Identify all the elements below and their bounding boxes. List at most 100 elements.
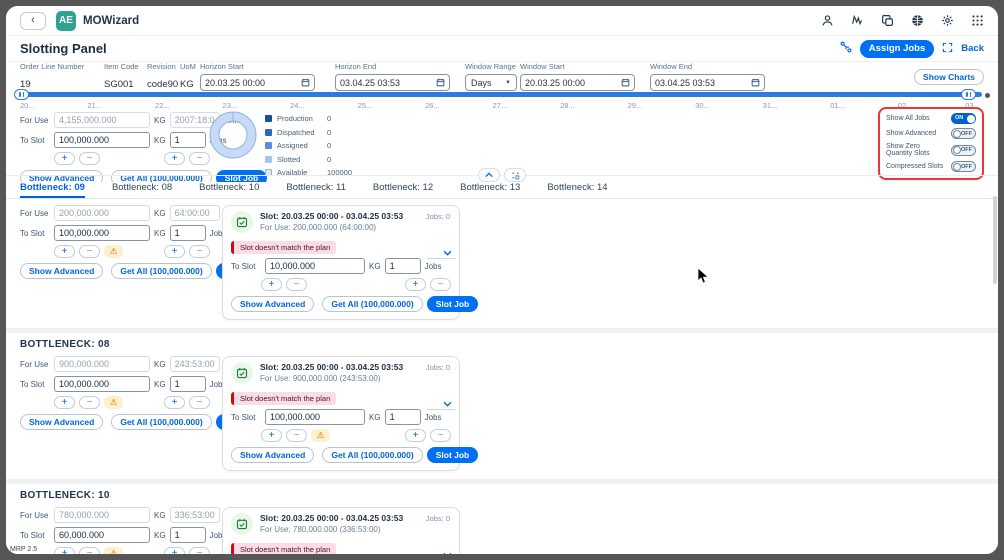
card-divider <box>427 258 455 259</box>
assign-jobs-button[interactable]: Assign Jobs <box>859 39 935 58</box>
get-all-button[interactable]: Get All (100,000.000) <box>322 296 423 312</box>
jobs-input[interactable] <box>169 376 206 392</box>
window-range-select[interactable]: Days ▼ <box>465 74 517 91</box>
show-advanced-button[interactable]: Show Advanced <box>231 447 315 463</box>
slot-card: Slot: 20.03.25 00:00 - 03.04.25 03:53 Fo… <box>222 205 479 320</box>
tab-bottleneck-11[interactable]: Bottleneck: 11 <box>286 182 346 198</box>
calendar-icon[interactable] <box>751 74 760 92</box>
to-slot-input[interactable] <box>265 258 365 274</box>
field-order-line-number: Order Line Number 19 <box>20 62 85 90</box>
increment-button[interactable]: + <box>54 152 75 165</box>
to-slot-input[interactable] <box>265 409 365 425</box>
jobs-decrement-button[interactable]: − <box>430 278 451 291</box>
get-all-button[interactable]: Get All (100,000.000) <box>111 263 212 279</box>
slot-job-button[interactable]: Slot Job <box>426 447 479 463</box>
for-use-input <box>54 507 150 523</box>
jobs-increment-button[interactable]: + <box>405 429 426 442</box>
to-slot-input[interactable] <box>54 225 150 241</box>
tab-bottleneck-09[interactable]: Bottleneck: 09 <box>20 182 85 198</box>
chevron-down-icon[interactable] <box>443 545 452 554</box>
increment-button[interactable]: + <box>261 429 282 442</box>
tab-bottleneck-10[interactable]: Bottleneck: 10 <box>199 182 259 198</box>
tab-bottleneck-14[interactable]: Bottleneck: 14 <box>547 182 607 198</box>
back-link[interactable]: Back <box>961 43 984 54</box>
copy-icon[interactable] <box>881 14 894 27</box>
fullscreen-icon[interactable] <box>942 40 953 58</box>
window-end-input[interactable] <box>650 74 765 91</box>
jobs-increment-button[interactable]: + <box>164 245 185 258</box>
calendar-icon[interactable] <box>301 74 310 92</box>
jobs-increment-button[interactable]: + <box>164 396 185 409</box>
tab-bottleneck-12[interactable]: Bottleneck: 12 <box>373 182 433 198</box>
summary-to-slot-input[interactable] <box>54 132 150 148</box>
toggle-show-all-jobs[interactable]: ON <box>951 113 976 124</box>
decrement-button[interactable]: − <box>79 152 100 165</box>
jobs-decrement-button[interactable]: − <box>189 547 210 554</box>
pin-panel-button[interactable] <box>504 168 526 182</box>
shell-back-button[interactable]: ‹ <box>20 11 46 30</box>
jobs-input[interactable] <box>169 225 206 241</box>
jobs-count: Jobs: 0 <box>425 514 450 523</box>
availability-donut-chart <box>206 108 260 167</box>
get-all-button[interactable]: Get All (100,000.000) <box>111 414 212 430</box>
jobs-input[interactable] <box>384 409 421 425</box>
tab-bottleneck-08[interactable]: Bottleneck: 08 <box>112 182 172 198</box>
decrement-button[interactable]: − <box>286 429 307 442</box>
timeline-track[interactable] <box>14 89 990 100</box>
app-title: MOWizard <box>83 14 140 27</box>
jobs-input[interactable] <box>384 258 421 274</box>
increment-button[interactable]: + <box>54 396 75 409</box>
warning-icon: ⚠ <box>104 396 123 409</box>
jobs-increment-button[interactable]: + <box>405 278 426 291</box>
decrement-button[interactable]: − <box>79 245 100 258</box>
calendar-icon[interactable] <box>621 74 630 92</box>
decrement-button[interactable]: − <box>79 547 100 554</box>
jobs-decrement-button[interactable]: − <box>189 396 210 409</box>
show-advanced-button[interactable]: Show Advanced <box>20 414 104 430</box>
window-start-input[interactable] <box>520 74 635 91</box>
increment-button[interactable]: + <box>54 245 75 258</box>
show-advanced-button[interactable]: Show Advanced <box>231 296 315 312</box>
toggle-show-advanced[interactable]: OFF <box>951 128 976 139</box>
jobs-decrement-button[interactable]: − <box>189 245 210 258</box>
jobs-decrement-button[interactable]: − <box>430 429 451 442</box>
to-slot-input[interactable] <box>54 376 150 392</box>
timeline-left-handle[interactable] <box>14 89 29 100</box>
decrement-button[interactable]: − <box>286 278 307 291</box>
field-item-code: Item Code SG001 <box>104 62 139 90</box>
to-slot-input[interactable] <box>54 527 150 543</box>
collapse-panel-button[interactable] <box>478 168 500 182</box>
jobs-input[interactable] <box>169 527 206 543</box>
mismatch-badge: Slot doesn't match the plan <box>231 241 337 254</box>
mismatch-badge: Slot doesn't match the plan <box>231 543 337 554</box>
workflow-icon[interactable] <box>840 40 852 58</box>
decrement-button[interactable]: − <box>79 396 100 409</box>
get-all-button[interactable]: Get All (100,000.000) <box>322 447 423 463</box>
globe-icon[interactable] <box>911 14 924 27</box>
summary-panel: For Use KG Time To Slot KG Jobs + − + − <box>6 107 998 186</box>
horizon-start-input[interactable] <box>200 74 315 91</box>
jobs-increment-button[interactable]: + <box>164 547 185 554</box>
show-advanced-button[interactable]: Show Advanced <box>20 263 104 279</box>
increment-button[interactable]: + <box>54 547 75 554</box>
slot-icon <box>231 513 253 535</box>
apps-grid-icon[interactable] <box>971 14 984 27</box>
legend-item: Dispatched 0 <box>265 128 361 137</box>
increment-button[interactable]: + <box>261 278 282 291</box>
timeline-right-handle[interactable] <box>961 89 976 100</box>
calendar-icon[interactable] <box>436 74 445 92</box>
tab-bottleneck-13[interactable]: Bottleneck: 13 <box>460 182 520 198</box>
horizon-end-input[interactable] <box>335 74 450 91</box>
user-icon[interactable] <box>821 14 834 27</box>
card-divider <box>427 409 455 410</box>
jobs-increment-button[interactable]: + <box>164 152 185 165</box>
settings-gear-icon[interactable] <box>941 14 954 27</box>
scrollbar-thumb[interactable] <box>993 196 997 284</box>
feedback-icon[interactable] <box>851 14 864 27</box>
slot-job-button[interactable]: Slot Job <box>426 296 479 312</box>
slot-title: Slot: 20.03.25 00:00 - 03.04.25 03:53 <box>260 513 404 523</box>
show-charts-button[interactable]: Show Charts <box>914 69 984 85</box>
summary-jobs-input[interactable] <box>169 132 206 148</box>
toggle-show-zero-quantity-slots[interactable]: OFF <box>951 144 976 156</box>
timeline-slider: 20... 21... 22... 23... 24... 25... 26... 27… <box>6 89 998 112</box>
